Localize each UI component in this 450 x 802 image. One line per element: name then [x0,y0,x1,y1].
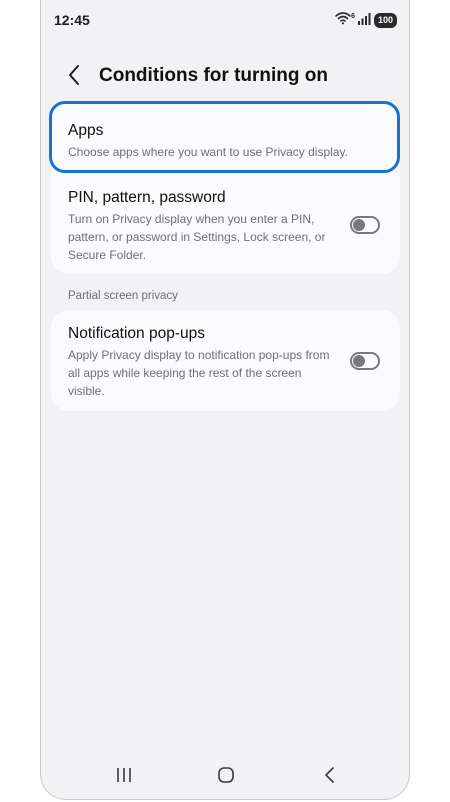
chevron-left-icon [69,65,79,85]
battery-icon: 100 [373,13,397,28]
home-button[interactable] [214,763,238,787]
notification-toggle-switch[interactable] [350,352,380,370]
apps-title: Apps [68,122,104,139]
section-label: Partial screen privacy [68,290,178,302]
header: Conditions for turning on [41,56,409,96]
pin-toggle-switch[interactable] [350,216,380,234]
notification-popups-item[interactable]: Notification pop-ups Apply Privacy displ… [51,310,400,411]
wifi-icon [335,11,351,30]
pin-description: Turn on Privacy display when you enter a… [68,212,326,262]
status-time: 12:45 [54,12,90,28]
pin-pattern-password-item[interactable]: PIN, pattern, password Turn on Privacy d… [51,180,400,272]
phone-screen: 12:45 6 100 Conditions for turning on Ap… [40,0,410,800]
recents-icon [117,768,131,782]
toggle-knob [353,355,365,367]
notification-title: Notification pop-ups [68,325,205,342]
toggle-knob [353,219,365,231]
recents-button[interactable] [112,763,136,787]
signal-icon [357,12,371,30]
wifi-badge: 6 [351,13,355,20]
back-button[interactable] [63,62,87,88]
status-icons: 6 100 [335,11,397,30]
back-icon [325,767,334,783]
settings-card: Apps Choose apps where you want to use P… [49,101,400,274]
notification-description: Apply Privacy display to notification po… [68,348,330,398]
navigation-bar [41,751,409,799]
page-title: Conditions for turning on [99,65,329,86]
partial-privacy-card: Notification pop-ups Apply Privacy displ… [51,310,400,411]
home-icon [218,767,234,783]
status-bar: 12:45 6 100 [41,0,409,40]
apps-item[interactable]: Apps Choose apps where you want to use P… [49,101,400,174]
pin-title: PIN, pattern, password [68,189,226,206]
apps-description: Choose apps where you want to use Privac… [68,145,348,159]
nav-back-button[interactable] [318,763,342,787]
